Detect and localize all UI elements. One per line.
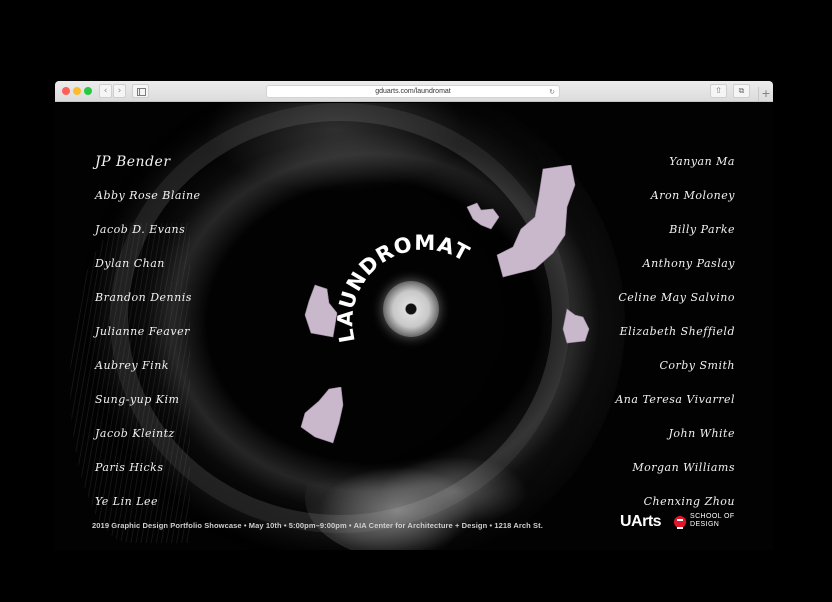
browser-toolbar: ‹ › gduarts.com/laundromat ↻ ⇧ ⧉ +: [55, 81, 773, 102]
student-name-link[interactable]: Ana Teresa Vivarrel: [615, 389, 735, 423]
logo-school-text: SCHOOL OF DESIGN: [690, 513, 735, 528]
student-name-link[interactable]: Morgan Williams: [615, 457, 735, 491]
student-name-link[interactable]: Dylan Chan: [95, 253, 225, 287]
student-name-link[interactable]: Jacob Kleintz: [95, 423, 225, 457]
reload-icon[interactable]: ↻: [549, 87, 555, 97]
url-text: gduarts.com/laundromat: [375, 88, 451, 95]
plus-icon[interactable]: +: [758, 87, 773, 102]
page-title: LAUNDROMAT: [333, 231, 473, 345]
student-name-link[interactable]: Sung-yup Kim: [95, 389, 225, 423]
browser-window: ‹ › gduarts.com/laundromat ↻ ⇧ ⧉ + LAUND…: [55, 81, 773, 550]
share-icon[interactable]: ⇧: [710, 84, 727, 98]
student-name-link[interactable]: Anthony Paslay: [615, 253, 735, 287]
zoom-window-button[interactable]: [84, 87, 92, 95]
student-name-link[interactable]: Aubrey Fink: [95, 355, 225, 389]
tabs-icon[interactable]: ⧉: [733, 84, 750, 98]
student-name-link[interactable]: Aron Moloney: [615, 185, 735, 219]
student-list-left: JP Bender Abby Rose Blaine Jacob D. Evans D…: [95, 151, 225, 525]
sidebar-icon[interactable]: [132, 84, 149, 98]
student-name-link[interactable]: Ye Lin Lee: [95, 491, 225, 525]
page-viewport: LAUNDROMAT JP Bender Abby Rose Blaine Jaco…: [55, 103, 773, 550]
student-name-link[interactable]: Billy Parke: [615, 219, 735, 253]
address-bar[interactable]: gduarts.com/laundromat ↻: [266, 85, 560, 98]
student-name-link[interactable]: Jacob D. Evans: [95, 219, 225, 253]
uarts-mark-icon: [674, 516, 686, 529]
student-name-link[interactable]: Julianne Feaver: [95, 321, 225, 355]
student-name-link[interactable]: Paris Hicks: [95, 457, 225, 491]
student-name-link[interactable]: Brandon Dennis: [95, 287, 225, 321]
student-name-link[interactable]: Corby Smith: [615, 355, 735, 389]
chevron-right-icon[interactable]: ›: [113, 84, 126, 98]
drum-sheen: [205, 103, 465, 193]
student-name-link[interactable]: JP Bender: [95, 151, 225, 185]
student-name-link[interactable]: Yanyan Ma: [615, 151, 735, 185]
minimize-window-button[interactable]: [73, 87, 81, 95]
fabric-scrap: [562, 308, 590, 344]
page-title-text: LAUNDROMAT: [333, 231, 474, 345]
student-list-right: Yanyan Ma Aron Moloney Billy Parke Anthony …: [615, 151, 735, 525]
event-info: 2019 Graphic Design Portfolio Showcase •…: [92, 521, 543, 530]
student-name-link[interactable]: Elizabeth Sheffield: [615, 321, 735, 355]
student-name-link[interactable]: Celine May Salvino: [615, 287, 735, 321]
close-window-button[interactable]: [62, 87, 70, 95]
logo-wordmark: UArts: [620, 513, 662, 530]
chevron-left-icon[interactable]: ‹: [99, 84, 112, 98]
student-name-link[interactable]: John White: [615, 423, 735, 457]
fabric-scrap: [300, 387, 344, 444]
student-name-link[interactable]: Abby Rose Blaine: [95, 185, 225, 219]
